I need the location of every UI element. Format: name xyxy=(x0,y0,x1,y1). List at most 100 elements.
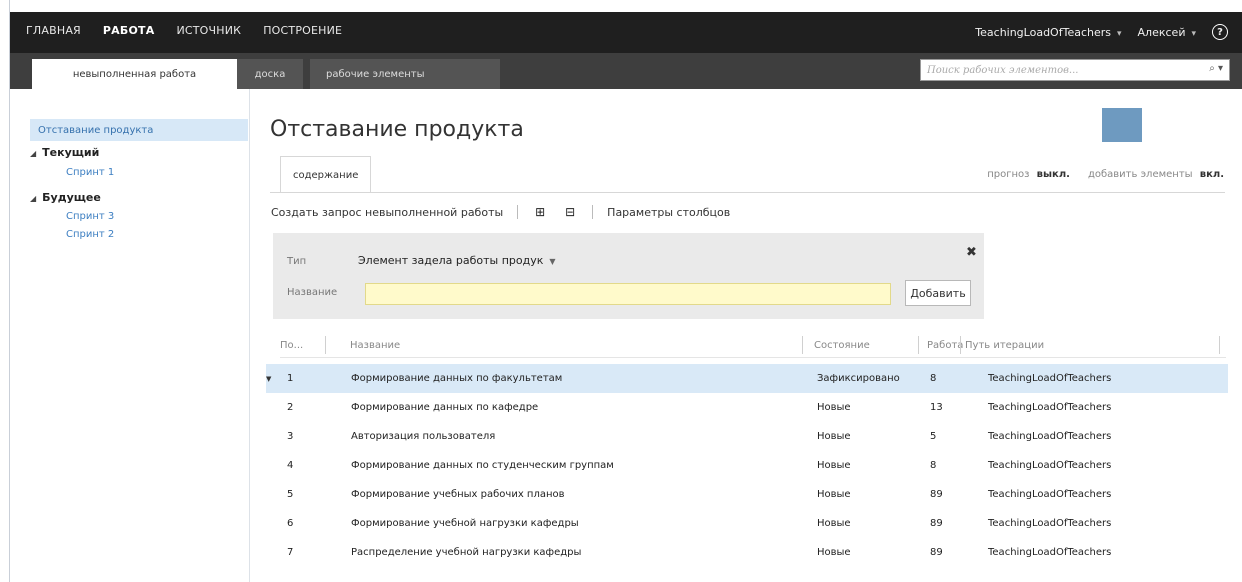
cell-title[interactable]: Формирование данных по факультетам xyxy=(351,373,562,384)
table-row[interactable]: 6 Формирование учебной нагрузки кафедры … xyxy=(266,509,1228,538)
new-item-title-input[interactable] xyxy=(365,283,891,305)
sidebar-item-sprint-2[interactable]: Спринт 2 xyxy=(66,229,114,240)
column-divider[interactable] xyxy=(1219,336,1220,354)
cell-title[interactable]: Формирование учебной нагрузки кафедры xyxy=(351,518,579,529)
forecast-value: выкл. xyxy=(1036,169,1070,180)
column-divider[interactable] xyxy=(802,336,803,354)
cell-iteration-path: TeachingLoadOfTeachers xyxy=(988,489,1112,500)
tab-backlog[interactable]: невыполненная работа xyxy=(32,59,237,89)
view-options: прогноз выкл. добавить элементы вкл. xyxy=(987,169,1224,180)
cell-state: Новые xyxy=(817,402,851,413)
table-row[interactable]: 2 Формирование данных по кафедре Новые 1… xyxy=(266,393,1228,422)
collapse-all-icon[interactable]: ⊟ xyxy=(562,205,578,219)
tab-divider xyxy=(270,192,1225,193)
toolbar-separator xyxy=(517,205,519,219)
window-left-edge xyxy=(0,0,10,582)
title-label: Название xyxy=(287,287,338,298)
column-divider[interactable] xyxy=(918,336,919,354)
sidebar: Отставание продукта ◢ Текущий Спринт 1 ◢ Б… xyxy=(10,89,250,582)
cell-order: 2 xyxy=(287,402,294,413)
cell-state: Новые xyxy=(817,518,851,529)
sidebar-group-label: Будущее xyxy=(42,191,101,204)
tab-work-items-label: рабочие элементы xyxy=(326,68,425,80)
cell-state: Новые xyxy=(817,547,851,558)
column-options-button[interactable]: Параметры столбцов xyxy=(607,206,730,219)
top-nav-bar: ГЛАВНАЯ РАБОТА ИСТОЧНИК ПОСТРОЕНИЕ Teach… xyxy=(10,12,1242,53)
help-icon[interactable]: ? xyxy=(1212,24,1228,40)
cell-work: 89 xyxy=(930,547,943,558)
cell-title[interactable]: Формирование данных по студенческим груп… xyxy=(351,460,614,471)
nav-code[interactable]: ИСТОЧНИК xyxy=(176,24,241,37)
user-name: Алексей xyxy=(1137,25,1186,39)
search-placeholder: Поиск рабочих элементов... xyxy=(927,64,1079,76)
work-item-search-input[interactable]: Поиск рабочих элементов... ⌕ ▾ xyxy=(920,59,1230,81)
close-icon[interactable]: ✖ xyxy=(966,245,977,260)
cell-work: 13 xyxy=(930,402,943,413)
chevron-down-icon: ▾ xyxy=(1191,28,1196,39)
sidebar-item-sprint-1[interactable]: Спринт 1 xyxy=(66,167,114,178)
tab-board-label: доска xyxy=(254,68,286,80)
project-selector[interactable]: TeachingLoadOfTeachers ▾ xyxy=(975,26,1121,39)
nav-home[interactable]: ГЛАВНАЯ xyxy=(26,24,81,37)
cell-iteration-path: TeachingLoadOfTeachers xyxy=(988,373,1112,384)
sidebar-item-product-backlog[interactable]: Отставание продукта xyxy=(30,119,248,141)
cell-state: Новые xyxy=(817,489,851,500)
column-header-work[interactable]: Работа xyxy=(927,340,963,351)
main-content: Отставание продукта содержание прогноз в… xyxy=(251,89,1242,582)
page-title: Отставание продукта xyxy=(270,117,524,142)
search-icon[interactable]: ⌕ ▾ xyxy=(1209,63,1223,74)
add-button[interactable]: Добавить xyxy=(905,280,971,306)
grid-header: По... Название Состояние Работа Путь ите… xyxy=(280,332,1226,358)
top-nav-right: TeachingLoadOfTeachers ▾ Алексей ▾ ? xyxy=(975,24,1228,40)
sidebar-item-sprint-3[interactable]: Спринт 3 xyxy=(66,211,114,222)
forecast-label: прогноз xyxy=(987,169,1030,180)
sidebar-group-future[interactable]: ◢ Будущее xyxy=(30,191,101,204)
add-items-toggle[interactable]: добавить элементы вкл. xyxy=(1088,169,1224,180)
cell-work: 89 xyxy=(930,489,943,500)
cell-order: 3 xyxy=(287,431,294,442)
tab-backlog-label: невыполненная работа xyxy=(72,68,197,80)
toolbar-separator xyxy=(592,205,594,219)
work-item-type-select[interactable]: Элемент задела работы продук ▼ xyxy=(358,254,556,267)
nav-work[interactable]: РАБОТА xyxy=(103,24,155,37)
table-row[interactable]: 3 Авторизация пользователя Новые 5 Teach… xyxy=(266,422,1228,451)
table-row[interactable]: 7 Распределение учебной нагрузки кафедры… xyxy=(266,538,1228,567)
collapse-triangle-icon[interactable]: ◢ xyxy=(30,194,36,203)
cell-order: 7 xyxy=(287,547,294,558)
column-divider[interactable] xyxy=(325,336,326,354)
cell-iteration-path: TeachingLoadOfTeachers xyxy=(988,518,1112,529)
cell-iteration-path: TeachingLoadOfTeachers xyxy=(988,431,1112,442)
nav-build[interactable]: ПОСТРОЕНИЕ xyxy=(263,24,342,37)
user-menu[interactable]: Алексей ▾ xyxy=(1138,26,1196,39)
column-header-iteration-path[interactable]: Путь итерации xyxy=(965,340,1044,351)
cell-title[interactable]: Формирование учебных рабочих планов xyxy=(351,489,565,500)
tab-board[interactable]: доска xyxy=(237,59,303,89)
table-row[interactable]: ▼ 1 Формирование данных по факультетам З… xyxy=(266,364,1228,393)
table-row[interactable]: 4 Формирование данных по студенческим гр… xyxy=(266,451,1228,480)
tab-bar: невыполненная работа доска рабочие элеме… xyxy=(10,53,1242,89)
table-row[interactable]: 5 Формирование учебных рабочих планов Но… xyxy=(266,480,1228,509)
cell-title[interactable]: Распределение учебной нагрузки кафедры xyxy=(351,547,581,558)
cell-iteration-path: TeachingLoadOfTeachers xyxy=(988,460,1112,471)
tab-contents[interactable]: содержание xyxy=(280,156,372,193)
sidebar-group-label: Текущий xyxy=(42,146,100,159)
tab-contents-label: содержание xyxy=(293,169,359,181)
column-header-order[interactable]: По... xyxy=(280,340,303,351)
cell-title[interactable]: Авторизация пользователя xyxy=(351,431,495,442)
column-divider[interactable] xyxy=(960,336,961,354)
collapse-triangle-icon[interactable]: ◢ xyxy=(30,149,36,158)
cell-state: Новые xyxy=(817,431,851,442)
sidebar-item-label: Спринт 3 xyxy=(66,211,115,222)
forecast-toggle[interactable]: прогноз выкл. xyxy=(987,169,1070,180)
create-query-button[interactable]: Создать запрос невыполненной работы xyxy=(271,206,503,219)
column-header-state[interactable]: Состояние xyxy=(814,340,870,351)
cell-iteration-path: TeachingLoadOfTeachers xyxy=(988,402,1112,413)
type-label: Тип xyxy=(287,256,307,267)
cell-title[interactable]: Формирование данных по кафедре xyxy=(351,402,538,413)
tab-work-items[interactable]: рабочие элементы xyxy=(310,59,500,89)
chevron-down-icon: ▼ xyxy=(549,257,556,266)
sidebar-group-current[interactable]: ◢ Текущий xyxy=(30,146,99,159)
column-header-title[interactable]: Название xyxy=(350,340,400,351)
expand-all-icon[interactable]: ⊞ xyxy=(532,205,548,219)
row-marker-icon: ▼ xyxy=(266,375,272,383)
